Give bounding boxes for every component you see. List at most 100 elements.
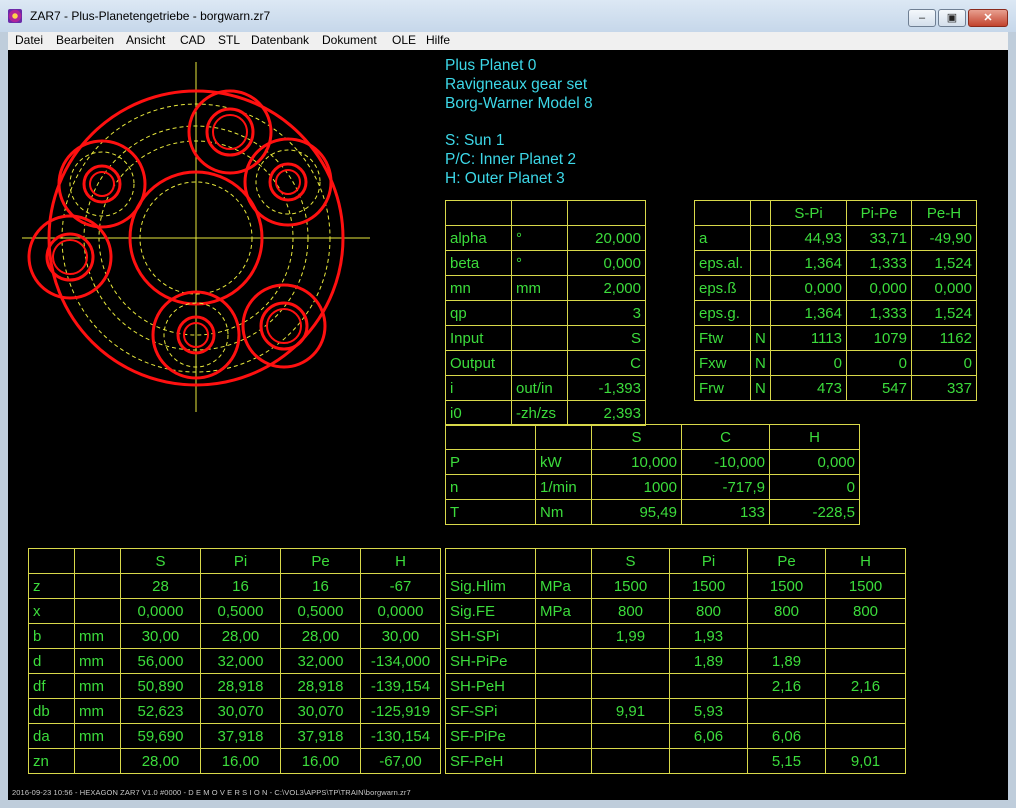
table-cell: Input [445, 325, 512, 351]
table-cell: 0,000 [770, 275, 847, 301]
menu-ansicht[interactable]: Ansicht [126, 33, 165, 47]
table-row: beta ° 0,000 [445, 250, 646, 276]
table-cell: 16 [280, 573, 361, 599]
table-row: Ftw N 1113 1079 1162 [694, 325, 977, 351]
table-row: SH-PiPe 1,89 1,89 [445, 648, 906, 674]
table-cell: -139,154 [360, 673, 441, 699]
table-cell: 44,93 [770, 225, 847, 251]
table-row: z 28 16 16 -67 [28, 573, 441, 599]
table-cell: 1079 [846, 325, 912, 351]
table-cell: T [445, 499, 536, 525]
table-cell: 133 [681, 499, 770, 525]
table-header-cell: S [591, 548, 670, 574]
table-cell [825, 723, 906, 749]
table-row: Output C [445, 350, 646, 376]
table-row: d mm 56,000 32,000 32,000 -134,000 [28, 648, 441, 674]
table-header-cell: Pi [669, 548, 748, 574]
table-cell: N [750, 325, 771, 351]
table-cell: 9,91 [591, 698, 670, 724]
table-cell: 6,06 [747, 723, 826, 749]
table-cell [511, 350, 568, 376]
table-cell: N [750, 350, 771, 376]
table-cell: 9,01 [825, 748, 906, 774]
table-cell: Output [445, 350, 512, 376]
table-cell: eps.ß [694, 275, 751, 301]
table-cell: Ftw [694, 325, 751, 351]
table-cell: Fxw [694, 350, 751, 376]
table-cell: 0 [911, 350, 977, 376]
menu-hilfe[interactable]: Hilfe [426, 33, 450, 47]
table-cell [669, 673, 748, 699]
table-cell: SH-SPi [445, 623, 536, 649]
table-cell: 1,89 [669, 648, 748, 674]
table-cell: -1,393 [567, 375, 646, 401]
menu-ole[interactable]: OLE [392, 33, 416, 47]
table-cell: 473 [770, 375, 847, 401]
table-header-cell [445, 424, 536, 450]
table-cell: 1,364 [770, 250, 847, 276]
table-row: db mm 52,623 30,070 30,070 -125,919 [28, 698, 441, 724]
table-cell: 5,15 [747, 748, 826, 774]
table-cell: 28,918 [200, 673, 281, 699]
table-cell: 1000 [591, 474, 682, 500]
table-row: zn 28,00 16,00 16,00 -67,00 [28, 748, 441, 774]
table-cell: MPa [535, 573, 592, 599]
app-icon[interactable] [8, 9, 22, 23]
table-cell: 50,890 [120, 673, 201, 699]
table-row: eps.g. 1,364 1,333 1,524 [694, 300, 977, 326]
table-cell: 0,5000 [200, 598, 281, 624]
table-cell: 16,00 [200, 748, 281, 774]
table-cell: -228,5 [769, 499, 860, 525]
table-cell: SH-PeH [445, 673, 536, 699]
table-cell: 1500 [669, 573, 748, 599]
table-parameters: alpha ° 20,000 beta ° 0,000 mn mm 2,000 qp 3 Input S… [445, 200, 646, 426]
menu-dokument[interactable]: Dokument [322, 33, 377, 47]
table-row: alpha ° 20,000 [445, 225, 646, 251]
table-cell: kW [535, 449, 592, 475]
table-cell [750, 275, 771, 301]
table-cell: Nm [535, 499, 592, 525]
menu-datenbank[interactable]: Datenbank [251, 33, 309, 47]
table-cell: -67 [360, 573, 441, 599]
table-cell: 0,000 [911, 275, 977, 301]
drawing-canvas[interactable]: Plus Planet 0 Ravigneaux gear set Borg-W… [8, 50, 1008, 786]
table-cell: Sig.Hlim [445, 573, 536, 599]
table-cell: mm [74, 623, 121, 649]
table-cell [747, 623, 826, 649]
table-cell: 28 [120, 573, 201, 599]
close-button[interactable]: ✕ [968, 9, 1008, 27]
table-header-cell: S [591, 424, 682, 450]
table-cell: 37,918 [200, 723, 281, 749]
minimize-button[interactable]: ‒ [908, 9, 936, 27]
table-cell: eps.g. [694, 300, 751, 326]
maximize-button[interactable]: ▣ [938, 9, 966, 27]
table-cell: 10,000 [591, 449, 682, 475]
table-row: da mm 59,690 37,918 37,918 -130,154 [28, 723, 441, 749]
table-row: b mm 30,00 28,00 28,00 30,00 [28, 623, 441, 649]
table-header-row: S-Pi Pi-Pe Pe-H [694, 200, 977, 226]
table-header-cell [74, 548, 121, 574]
table-cell [535, 723, 592, 749]
table-header-cell [567, 200, 646, 226]
table-cell: qp [445, 300, 512, 326]
table-cell: i0 [445, 400, 512, 426]
table-cell: mm [74, 673, 121, 699]
menu-stl[interactable]: STL [218, 33, 240, 47]
table-cell: 1,93 [669, 623, 748, 649]
table-cell: 33,71 [846, 225, 912, 251]
table-row: x 0,0000 0,5000 0,5000 0,0000 [28, 598, 441, 624]
table-cell: d [28, 648, 75, 674]
table-row: i0 -zh/zs 2,393 [445, 400, 646, 426]
table-cell: C [567, 350, 646, 376]
menu-cad[interactable]: CAD [180, 33, 205, 47]
table-cell: 59,690 [120, 723, 201, 749]
table-cell: 0,5000 [280, 598, 361, 624]
menu-bearbeiten[interactable]: Bearbeiten [56, 33, 114, 47]
table-cell [535, 648, 592, 674]
table-cell: i [445, 375, 512, 401]
menu-datei[interactable]: Datei [15, 33, 43, 47]
table-cell [669, 748, 748, 774]
table-cell: P [445, 449, 536, 475]
table-cell: 1,524 [911, 250, 977, 276]
table-cell [511, 325, 568, 351]
